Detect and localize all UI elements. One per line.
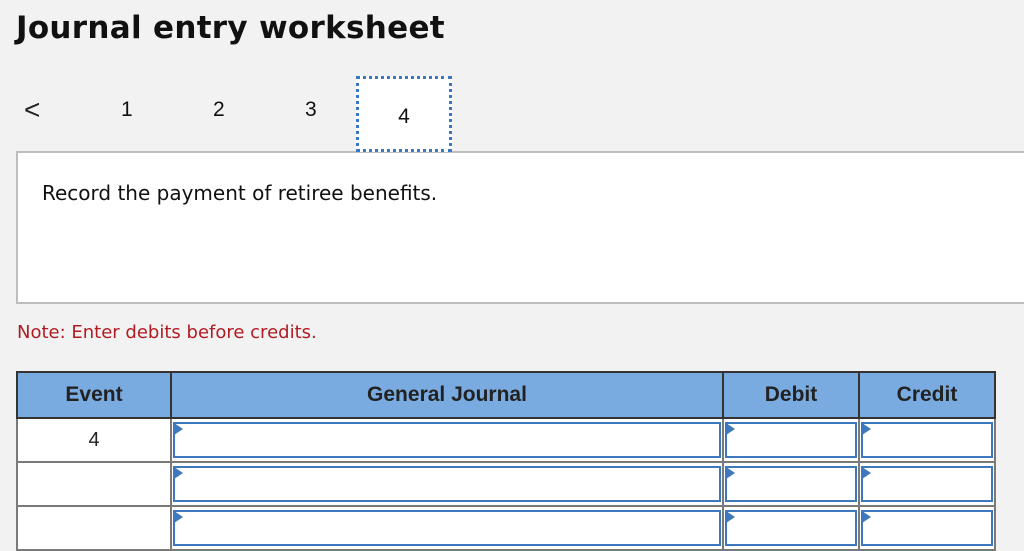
input-flag-icon (726, 423, 735, 435)
note-text: Note: Enter debits before credits. (17, 322, 317, 343)
credit-input[interactable] (861, 466, 993, 502)
journal-table: Event General Journal Debit Credit 4 (16, 371, 996, 551)
dropdown-flag-icon (174, 467, 183, 479)
event-cell (16, 461, 172, 507)
chevron-left-icon[interactable]: < (24, 94, 40, 126)
page-title: Journal entry worksheet (16, 10, 445, 46)
table-row (16, 461, 996, 507)
dropdown-flag-icon (174, 423, 183, 435)
entry-tabs: < 1 2 3 4 (0, 74, 1024, 154)
description-text: Record the payment of retiree benefits. (42, 181, 438, 205)
input-flag-icon (862, 511, 871, 523)
tab-4-label: 4 (398, 105, 410, 128)
input-flag-icon (862, 423, 871, 435)
input-flag-icon (862, 467, 871, 479)
tab-4-active[interactable]: 4 (356, 76, 452, 152)
input-flag-icon (726, 511, 735, 523)
header-general-journal: General Journal (170, 371, 724, 419)
dropdown-flag-icon (174, 511, 183, 523)
debit-input[interactable] (725, 466, 857, 502)
account-dropdown[interactable] (173, 466, 721, 502)
debit-input[interactable] (725, 510, 857, 546)
description-panel: Record the payment of retiree benefits. (16, 151, 1024, 304)
account-dropdown[interactable] (173, 422, 721, 458)
event-cell: 4 (16, 417, 172, 463)
input-flag-icon (726, 467, 735, 479)
table-row (16, 505, 996, 551)
header-credit: Credit (858, 371, 996, 419)
table-row: 4 (16, 417, 996, 463)
credit-input[interactable] (861, 422, 993, 458)
header-debit: Debit (722, 371, 860, 419)
debit-input[interactable] (725, 422, 857, 458)
header-event: Event (16, 371, 172, 419)
tab-3[interactable]: 3 (305, 98, 317, 122)
account-dropdown[interactable] (173, 510, 721, 546)
tab-1[interactable]: 1 (121, 98, 133, 122)
tab-2[interactable]: 2 (213, 98, 225, 122)
credit-input[interactable] (861, 510, 993, 546)
event-cell (16, 505, 172, 551)
